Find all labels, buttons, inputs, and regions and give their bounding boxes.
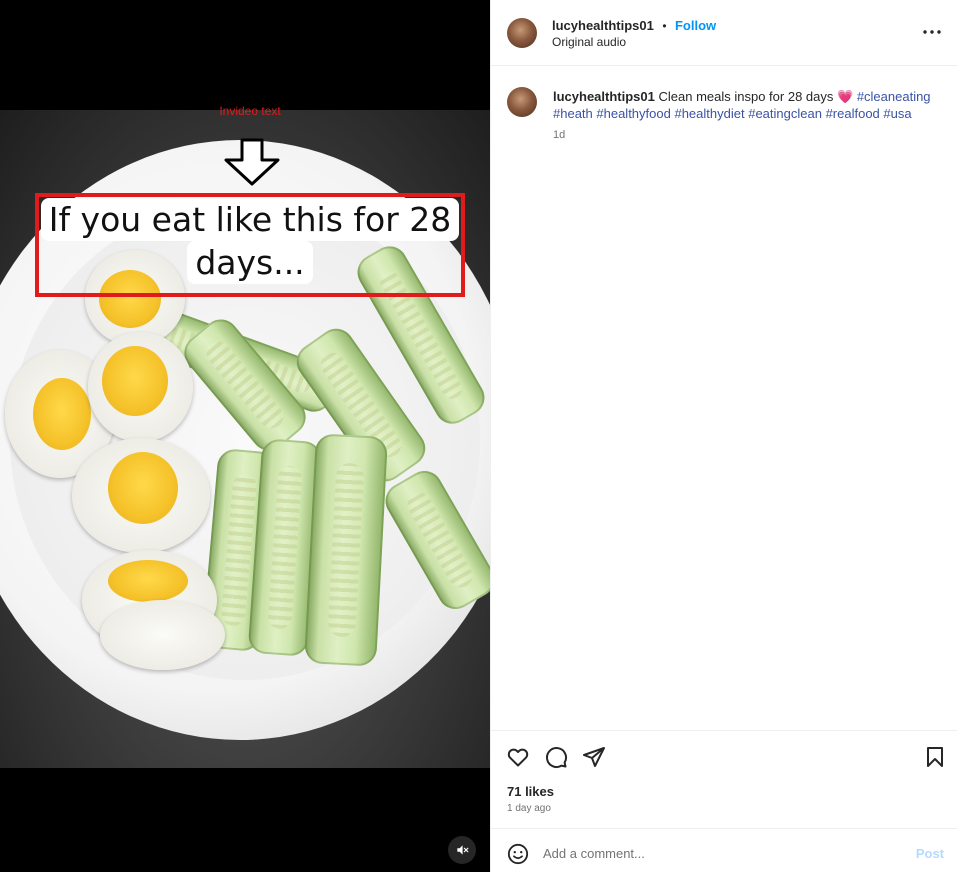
separator-dot: • xyxy=(662,19,667,33)
post-side-panel: lucyhealthtips01 • Follow Original audio… xyxy=(490,0,957,872)
caption-avatar[interactable] xyxy=(507,87,537,117)
hashtag-link[interactable]: #cleaneating xyxy=(857,89,931,104)
heart-emoji: 💗 xyxy=(837,89,854,104)
follow-button[interactable]: Follow xyxy=(675,18,716,33)
down-arrow-icon xyxy=(224,138,280,186)
hashtag-link[interactable]: #eatingclean xyxy=(748,106,822,121)
share-send-icon[interactable] xyxy=(582,745,606,769)
egg-half xyxy=(88,332,193,442)
caption-username[interactable]: lucyhealthtips01 xyxy=(553,89,655,104)
save-bookmark-icon[interactable] xyxy=(923,745,947,769)
mute-button[interactable] xyxy=(448,836,476,864)
likes-count[interactable]: 71 likes xyxy=(507,784,554,799)
caption-timestamp[interactable]: 1d xyxy=(553,129,565,141)
post-timestamp: 1 day ago xyxy=(507,803,551,814)
hashtag-link[interactable]: #realfood xyxy=(826,106,880,121)
hashtag-link[interactable]: #healthyfood xyxy=(596,106,670,121)
audio-link[interactable]: Original audio xyxy=(552,35,626,49)
cucumber-slice xyxy=(304,433,388,667)
egg-half xyxy=(72,438,210,553)
muted-speaker-icon xyxy=(457,845,469,855)
post-header: lucyhealthtips01 • Follow Original audio xyxy=(491,0,957,66)
caption-text: Clean meals inspo for 28 days xyxy=(658,89,834,104)
comment-input[interactable] xyxy=(543,839,903,867)
hashtag-link[interactable]: #usa xyxy=(883,106,911,121)
post-comment-button[interactable]: Post xyxy=(916,846,944,861)
comment-bar: Post xyxy=(491,828,957,872)
post-caption: lucyhealthtips01 Clean meals inspo for 2… xyxy=(553,88,938,122)
annotation-label: Invideo text xyxy=(219,104,281,118)
emoji-icon[interactable] xyxy=(507,843,529,865)
post-media[interactable]: Invideo text If you eat like this for 28… xyxy=(0,0,490,872)
avatar[interactable] xyxy=(507,18,537,48)
username-link[interactable]: lucyhealthtips01 xyxy=(552,18,654,33)
more-options-icon xyxy=(923,30,941,34)
like-heart-icon[interactable] xyxy=(506,745,530,769)
egg-half xyxy=(100,600,225,670)
more-options-button[interactable] xyxy=(922,22,942,42)
post-actions: 71 likes 1 day ago xyxy=(491,730,957,828)
comment-icon[interactable] xyxy=(544,745,568,769)
annotation-highlight-box xyxy=(35,193,465,297)
hashtag-link[interactable]: #healthydiet xyxy=(674,106,744,121)
hashtag-link[interactable]: #heath xyxy=(553,106,593,121)
